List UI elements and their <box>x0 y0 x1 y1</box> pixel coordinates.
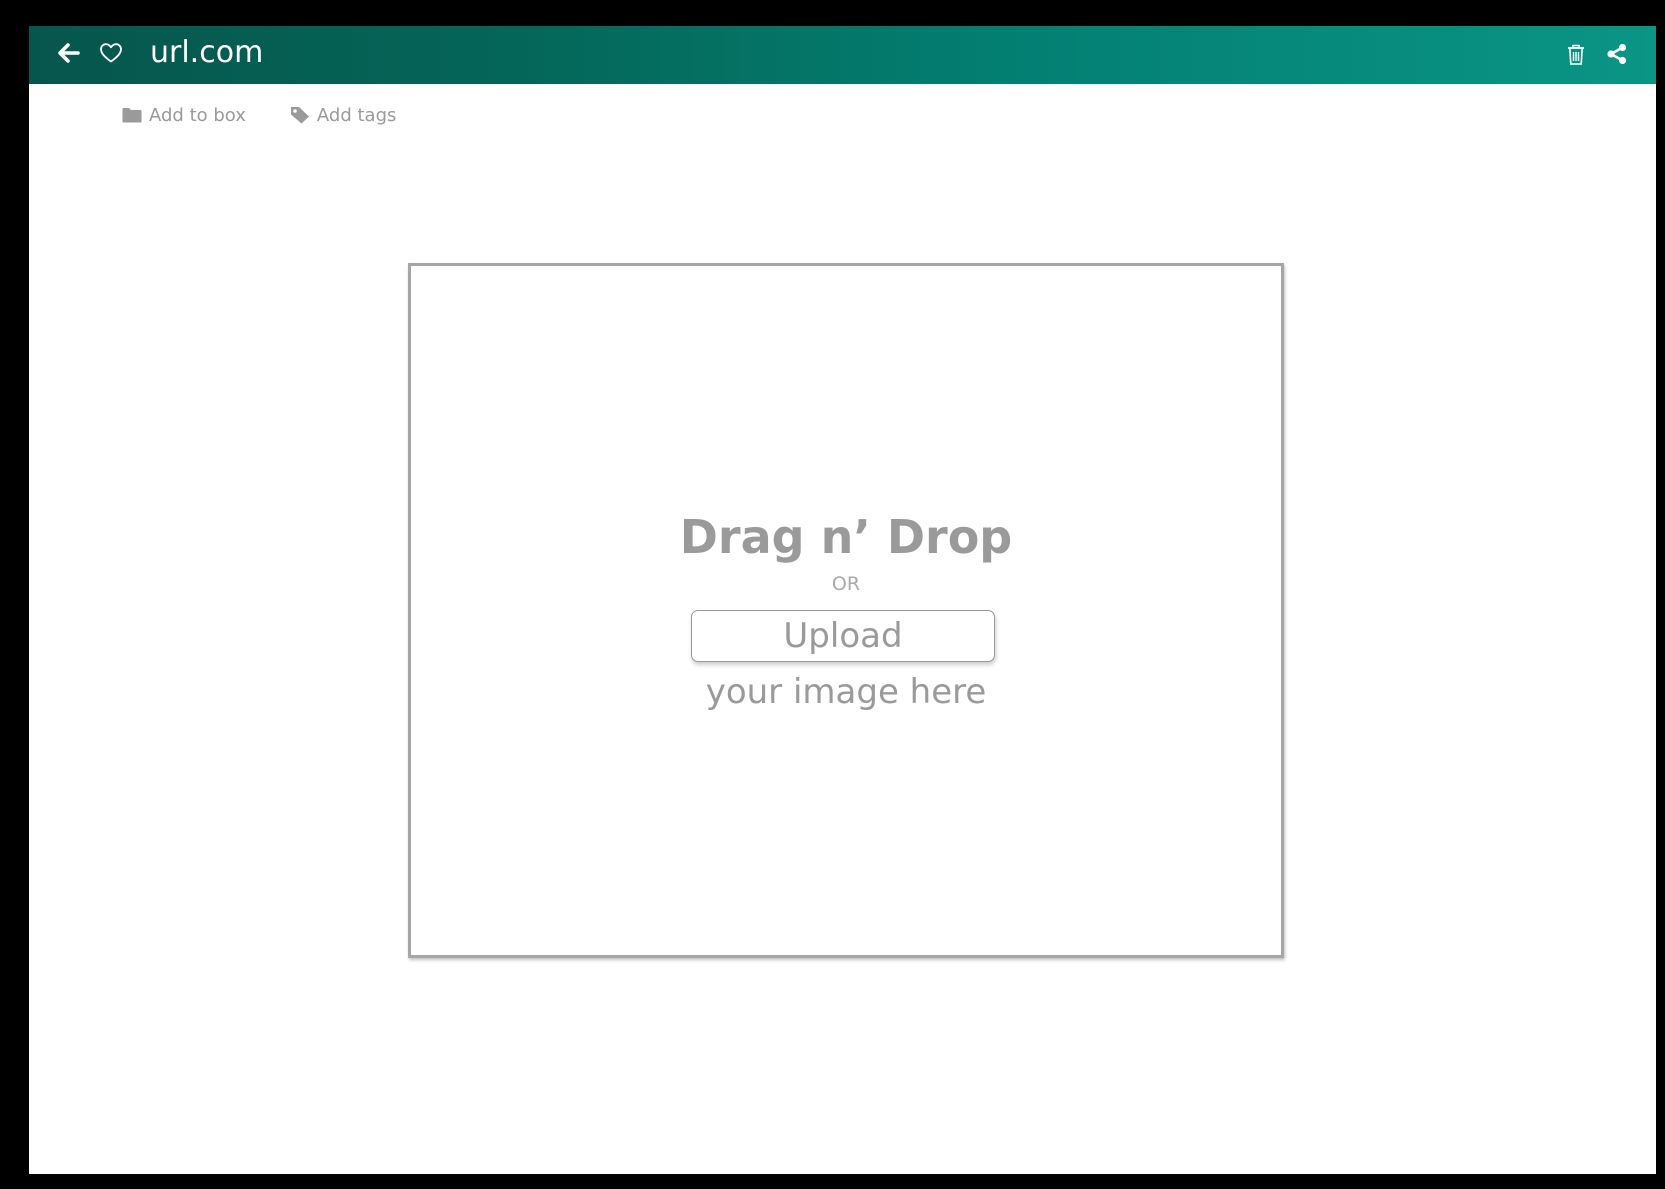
folder-icon <box>122 107 142 123</box>
image-dropzone[interactable]: Drag n’ Drop OR Upload your image here <box>408 263 1284 958</box>
trash-icon <box>1568 44 1584 65</box>
upload-button[interactable]: Upload <box>691 610 995 662</box>
add-to-box-button[interactable]: Add to box <box>122 105 246 126</box>
add-tags-button[interactable]: Add tags <box>290 105 396 126</box>
dropzone-hint: your image here <box>705 672 987 712</box>
dropzone-or-separator: OR <box>831 573 861 595</box>
delete-button[interactable] <box>1563 41 1589 69</box>
add-to-box-label: Add to box <box>149 104 246 126</box>
top-bar: url.com <box>29 26 1656 84</box>
favorite-button[interactable] <box>97 39 125 67</box>
add-tags-label: Add tags <box>316 104 397 126</box>
page-url: url.com <box>150 35 264 70</box>
share-icon <box>1607 43 1627 65</box>
tag-icon <box>290 106 310 124</box>
heart-outline-icon <box>100 43 122 63</box>
item-actions: Add to box Add tags <box>122 100 396 130</box>
share-button[interactable] <box>1603 40 1631 68</box>
app-window: url.com Add to box Add tags Drag n’ Drop… <box>29 26 1656 1174</box>
arrow-left-icon <box>58 43 80 63</box>
dropzone-title: Drag n’ Drop <box>679 510 1013 564</box>
back-button[interactable] <box>55 39 83 67</box>
